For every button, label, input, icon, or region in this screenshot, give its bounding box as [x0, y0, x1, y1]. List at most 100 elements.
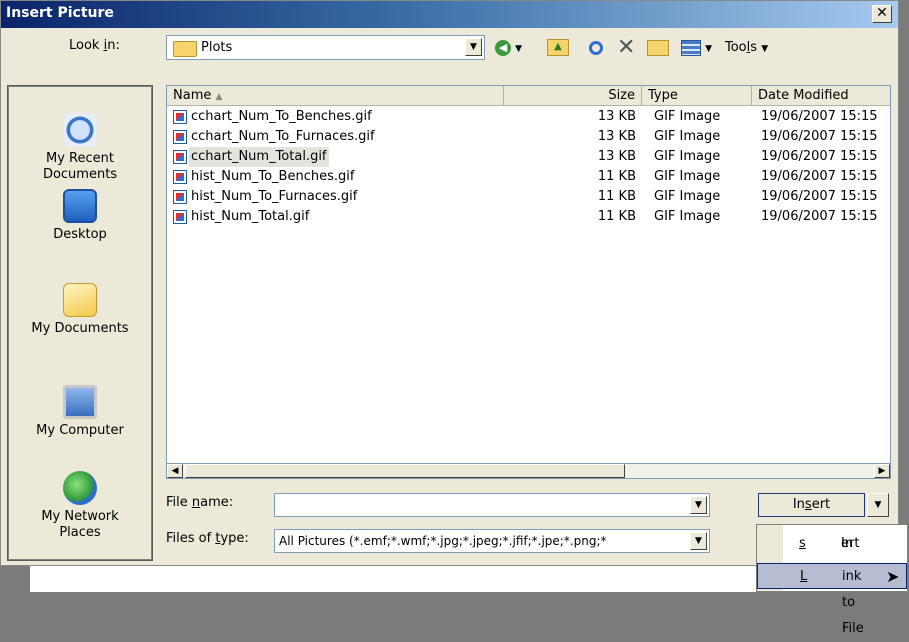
look-in-dropdown[interactable]: Plots ▼: [166, 35, 485, 60]
file-date: 19/06/2007 15:15: [761, 189, 878, 204]
insert-picture-dialog: Insert Picture ✕ Look in: Plots ▼ ◀ ▼ ▲ …: [0, 0, 899, 566]
views-dropdown-icon[interactable]: ▼: [705, 44, 712, 54]
delete-icon: ✕: [617, 35, 636, 60]
place-label: My Network Places: [41, 509, 119, 540]
views-icon: [681, 39, 701, 56]
file-size: 11 KB: [597, 209, 636, 224]
up-folder-icon: ▲: [547, 39, 569, 56]
search-web-icon: [589, 40, 603, 55]
file-type: GIF Image: [654, 169, 721, 184]
place-label: My Computer: [36, 423, 124, 438]
column-header-date[interactable]: Date Modified: [752, 86, 890, 106]
place-my-recent-documents[interactable]: My Recent Documents: [9, 113, 151, 183]
chevron-down-icon: ▼: [874, 500, 882, 510]
title-bar[interactable]: Insert Picture ✕: [1, 1, 898, 28]
insert-dropdown-button[interactable]: ▼: [867, 493, 889, 517]
file-row[interactable]: hist_Num_Total.gif 11 KB GIF Image 19/06…: [167, 207, 890, 227]
place-label: My Recent Documents: [42, 151, 118, 182]
places-bar: My Recent Documents Desktop My Documents…: [7, 85, 153, 561]
gif-file-icon: [173, 110, 187, 124]
file-size: 11 KB: [597, 169, 636, 184]
file-size: 11 KB: [597, 189, 636, 204]
document-area-strip: [0, 566, 756, 592]
back-dropdown-icon[interactable]: ▼: [515, 44, 522, 54]
scroll-thumb[interactable]: [185, 464, 625, 478]
file-date: 19/06/2007 15:15: [761, 169, 878, 184]
insert-options-menu: In s ert Link to File ➤: [756, 524, 908, 636]
mouse-cursor-icon: ➤: [886, 567, 900, 586]
chevron-down-icon[interactable]: ▼: [690, 532, 707, 550]
column-header-type[interactable]: Type: [642, 86, 752, 106]
views-button[interactable]: ▼: [681, 37, 712, 59]
files-of-type-dropdown[interactable]: All Pictures (*.emf;*.wmf;*.jpg;*.jpeg;*…: [274, 529, 710, 553]
back-arrow-icon: ◀: [495, 39, 511, 56]
tools-menu-button[interactable]: Tools ▼: [725, 37, 768, 59]
file-name: cchart_Num_To_Furnaces.gif: [191, 129, 375, 144]
file-name: hist_Num_To_Furnaces.gif: [191, 189, 358, 204]
close-button[interactable]: ✕: [872, 5, 892, 23]
place-my-computer[interactable]: My Computer: [9, 385, 151, 439]
file-size: 13 KB: [597, 109, 636, 124]
files-of-type-value: All Pictures (*.emf;*.wmf;*.jpg;*.jpeg;*…: [279, 534, 607, 548]
file-row-selected[interactable]: cchart_Num_Total.gif 13 KB GIF Image 19/…: [167, 147, 890, 167]
file-name: hist_Num_Total.gif: [191, 209, 310, 224]
desktop-icon: [63, 189, 97, 223]
new-folder-button[interactable]: [647, 37, 669, 59]
file-type: GIF Image: [654, 129, 721, 144]
my-computer-icon: [63, 385, 97, 419]
menu-item-insert[interactable]: In s ert: [757, 531, 907, 557]
dialog-title: Insert Picture: [6, 5, 114, 21]
gif-file-icon: [173, 130, 187, 144]
place-label: My Documents: [31, 321, 129, 336]
menu-item-link-to-file[interactable]: Link to File ➤: [757, 563, 907, 636]
back-button[interactable]: ◀ ▼: [495, 37, 522, 59]
file-row[interactable]: hist_Num_To_Furnaces.gif 11 KB GIF Image…: [167, 187, 890, 207]
folder-icon: [173, 41, 197, 57]
file-name-label: File name:: [166, 495, 234, 510]
file-date: 19/06/2007 15:15: [761, 129, 878, 144]
file-row[interactable]: hist_Num_To_Benches.gif 11 KB GIF Image …: [167, 167, 890, 187]
network-places-icon: [63, 471, 97, 505]
file-date: 19/06/2007 15:15: [761, 209, 878, 224]
up-folder-button[interactable]: ▲: [547, 37, 569, 59]
sort-ascending-icon: ▲: [215, 92, 223, 102]
new-folder-icon: [647, 39, 669, 56]
file-size: 13 KB: [597, 129, 636, 144]
place-my-documents[interactable]: My Documents: [9, 283, 151, 337]
files-of-type-label: Files of type:: [166, 531, 249, 546]
file-list[interactable]: Name ▲ Size Type Date Modified cchart_Nu…: [166, 85, 891, 479]
scroll-left-icon[interactable]: ◀: [167, 464, 183, 478]
insert-button[interactable]: Insert: [758, 493, 865, 517]
file-date: 19/06/2007 15:15: [761, 149, 878, 164]
search-web-button[interactable]: [589, 37, 603, 59]
file-row[interactable]: cchart_Num_To_Furnaces.gif 13 KB GIF Ima…: [167, 127, 890, 147]
gif-file-icon: [173, 210, 187, 224]
file-type: GIF Image: [654, 109, 721, 124]
file-type: GIF Image: [654, 149, 721, 164]
place-label: Desktop: [53, 227, 107, 242]
chevron-down-icon[interactable]: ▼: [465, 38, 482, 56]
place-desktop[interactable]: Desktop: [9, 189, 151, 243]
file-row[interactable]: cchart_Num_To_Benches.gif 13 KB GIF Imag…: [167, 107, 890, 127]
file-name-field[interactable]: ▼: [274, 493, 710, 517]
file-type: GIF Image: [654, 209, 721, 224]
column-header-size[interactable]: Size: [504, 86, 642, 106]
file-name: cchart_Num_Total.gif: [189, 147, 329, 167]
gif-file-icon: [173, 170, 187, 184]
file-type: GIF Image: [654, 189, 721, 204]
horizontal-scrollbar[interactable]: ◀ ▶: [166, 463, 891, 479]
scroll-right-icon[interactable]: ▶: [874, 464, 890, 478]
delete-button[interactable]: ✕: [617, 37, 635, 59]
place-my-network-places[interactable]: My Network Places: [9, 471, 151, 541]
look-in-label: Look in:: [69, 38, 120, 53]
gif-file-icon: [173, 190, 187, 204]
look-in-value: Plots: [201, 40, 233, 55]
file-date: 19/06/2007 15:15: [761, 109, 878, 124]
my-documents-icon: [63, 283, 97, 317]
chevron-down-icon[interactable]: ▼: [690, 496, 707, 514]
column-header-name[interactable]: Name ▲: [167, 86, 504, 106]
recent-documents-icon: [63, 113, 97, 147]
gif-file-icon: [173, 150, 187, 164]
file-name: cchart_Num_To_Benches.gif: [191, 109, 372, 124]
file-name: hist_Num_To_Benches.gif: [191, 169, 355, 184]
